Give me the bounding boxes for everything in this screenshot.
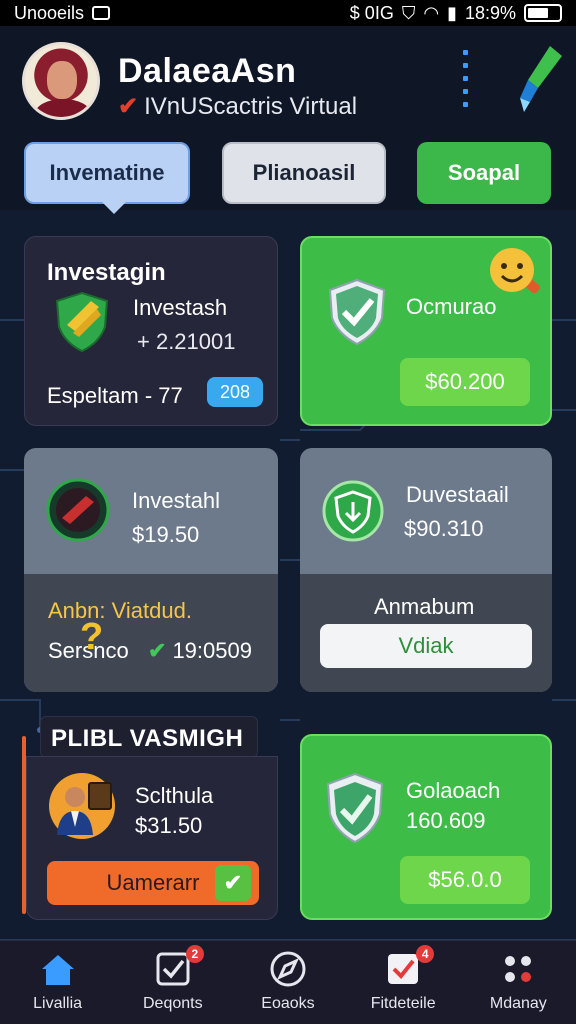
investment-card-2[interactable]: Ocmurao $60.200 bbox=[300, 236, 552, 426]
home-icon bbox=[41, 955, 74, 985]
nav-label: Mdanay bbox=[489, 995, 547, 1012]
nav-label: Deqonts bbox=[142, 995, 203, 1012]
investment-card-1[interactable]: Investagin Investash + 2.21001 Espeltam … bbox=[24, 236, 278, 426]
carrier-label: Unooeils bbox=[14, 2, 85, 23]
avatar-body bbox=[35, 99, 91, 117]
notification-badge: 2 bbox=[185, 945, 204, 963]
nav-label: Livallia bbox=[33, 995, 83, 1012]
emoji-icon bbox=[490, 248, 540, 294]
compass-icon bbox=[270, 951, 306, 987]
status-time: 18:9% bbox=[464, 2, 516, 23]
section-label: PLIBL VASMIGH bbox=[51, 725, 244, 752]
card-value: $19.50 bbox=[132, 522, 200, 547]
nav-item-fitdeteile[interactable]: 4 Fitdeteile bbox=[348, 945, 458, 1013]
card-value: 160.609 bbox=[406, 808, 486, 833]
shield-check-icon bbox=[328, 278, 386, 346]
card-value: + 2.21001 bbox=[137, 329, 236, 354]
cta-label: Uamerarr bbox=[106, 870, 200, 895]
tab-label: Plianoasil bbox=[252, 160, 356, 185]
status-bar: Unooeils $ 0IG ⛉ ◠ ▮ 18:9% bbox=[0, 0, 576, 26]
action-button[interactable]: Vdiak bbox=[320, 624, 532, 668]
notification-badge: 4 bbox=[416, 945, 435, 963]
status-center: $ 0IG bbox=[349, 2, 394, 23]
investment-card-4[interactable]: Duvestaail $90.310 Anmabum Vdiak bbox=[300, 448, 552, 692]
card-value: $31.50 bbox=[135, 813, 203, 838]
header-subtitle: IVnUScactris Virtual bbox=[144, 92, 358, 120]
amount-pill[interactable]: $60.200 bbox=[400, 358, 530, 406]
card-line: Golaoach bbox=[406, 778, 501, 803]
decor-dots bbox=[458, 50, 472, 122]
investment-card-5[interactable]: Sclthula $31.50 Uamerarr ✔ bbox=[26, 756, 278, 920]
shield-check-icon bbox=[326, 772, 384, 844]
advisor-avatar-icon bbox=[49, 773, 115, 839]
tab-soapal[interactable]: Soapal bbox=[417, 142, 551, 204]
investment-card-6[interactable]: Golaoach 160.609 $56.0.0 bbox=[300, 734, 552, 920]
wifi-icon: ◠ bbox=[423, 2, 440, 23]
count-badge: 208 bbox=[207, 377, 263, 407]
nav-label: Fitdeteile bbox=[370, 995, 436, 1012]
target-icon bbox=[46, 478, 110, 542]
card-title: Investagin bbox=[47, 259, 166, 286]
screen-icon bbox=[92, 6, 111, 20]
lower-value-row: ✔ 19:0509 bbox=[148, 638, 252, 664]
card-value: $90.310 bbox=[404, 516, 484, 541]
lower-title: Anmabum bbox=[374, 594, 475, 619]
lower-value: 19:0509 bbox=[172, 638, 252, 663]
cta-button[interactable]: Uamerarr ✔ bbox=[47, 861, 259, 905]
dots-grid-icon bbox=[505, 956, 532, 982]
section-label-box: PLIBL VASMIGH bbox=[40, 716, 258, 758]
shield-status-icon: ⛉ bbox=[401, 2, 416, 23]
header-subtitle-row: ✔ IVnUScactris Virtual bbox=[118, 92, 357, 121]
tab-label: Invematine bbox=[49, 160, 165, 185]
avatar[interactable] bbox=[22, 42, 100, 120]
battery-icon bbox=[524, 4, 562, 22]
amount-pill[interactable]: $56.0.0 bbox=[400, 856, 530, 904]
nav-item-eoaoks[interactable]: Eoaoks bbox=[233, 949, 343, 1013]
card-line: Sclthula bbox=[135, 783, 214, 808]
nav-label: Eoaoks bbox=[261, 995, 315, 1012]
shield-stripes-icon bbox=[55, 291, 109, 353]
download-shield-icon bbox=[322, 480, 384, 542]
card-line: Investahl bbox=[132, 488, 221, 513]
nav-item-home[interactable]: Livallia bbox=[3, 949, 113, 1013]
card-lower-panel: Anmabum Vdiak bbox=[300, 574, 552, 692]
check-icon: ✔ bbox=[118, 93, 139, 120]
card-line: Duvestaail bbox=[406, 482, 509, 507]
investment-card-3[interactable]: Investahl $19.50 Anbn: Viatdud. Sersnco … bbox=[24, 448, 278, 692]
check-icon: ✔ bbox=[215, 865, 251, 901]
tab-invematine[interactable]: Invematine bbox=[24, 142, 190, 214]
avatar-face bbox=[47, 61, 77, 99]
check-icon: ✔ bbox=[148, 638, 167, 663]
card-title: Ocmurao bbox=[406, 294, 497, 319]
signal-icon: ▮ bbox=[447, 2, 457, 23]
tab-label: Soapal bbox=[447, 160, 521, 185]
question-icon: ? bbox=[80, 616, 104, 658]
brush-icon[interactable] bbox=[516, 42, 566, 114]
bottom-nav: Livallia 2 Deqonts Eoaoks 4 Fitdeteile M… bbox=[0, 940, 576, 1024]
nav-item-deqonts[interactable]: 2 Deqonts bbox=[118, 945, 228, 1013]
card-footer: Espeltam - 77 bbox=[47, 383, 183, 408]
nav-item-mdanay[interactable]: Mdanay bbox=[463, 949, 573, 1013]
lower-title: Anbn: Viatdud. bbox=[48, 598, 192, 623]
card-lower-panel: Anbn: Viatdud. Sersnco ? ✔ 19:0509 bbox=[24, 574, 278, 692]
card-line: Investash bbox=[133, 295, 228, 320]
tab-plianoasil[interactable]: Plianoasil bbox=[222, 142, 386, 204]
app-title: DalaeaAsn bbox=[118, 52, 297, 90]
